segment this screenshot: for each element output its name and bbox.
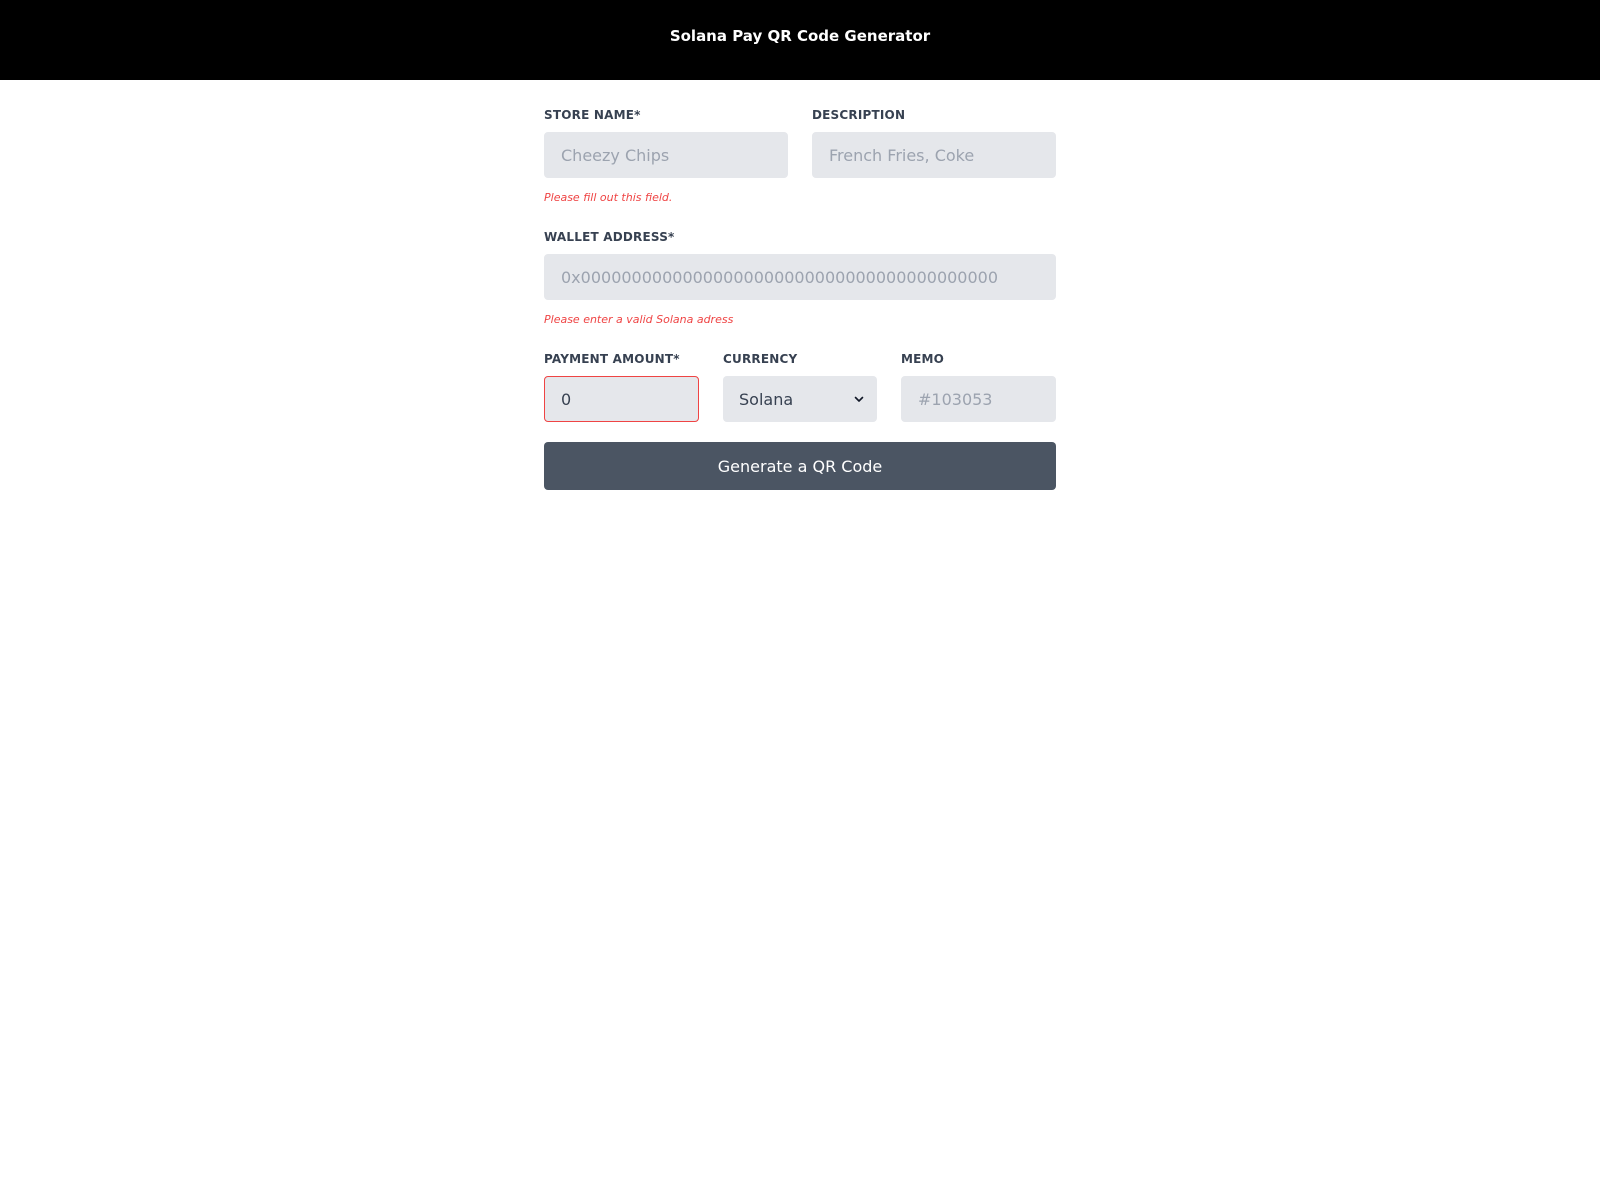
currency-selected-value: Solana <box>739 389 794 409</box>
description-label: DESCRIPTION <box>812 108 906 122</box>
wallet-address-input[interactable] <box>544 254 1056 300</box>
wallet-address-label: WALLET ADDRESS* <box>544 230 675 244</box>
top-bar: Solana Pay QR Code Generator <box>0 0 1600 80</box>
generate-qr-code-button[interactable]: Generate a QR Code <box>544 442 1056 490</box>
store-name-error: Please fill out this field. <box>544 191 673 204</box>
description-input[interactable] <box>812 132 1056 178</box>
currency-select[interactable]: Solana <box>723 376 877 422</box>
payment-amount-input[interactable] <box>544 376 699 422</box>
chevron-down-icon <box>853 393 865 405</box>
store-name-label: STORE NAME* <box>544 108 641 122</box>
currency-label: CURRENCY <box>723 352 798 366</box>
page-title: Solana Pay QR Code Generator <box>669 27 931 45</box>
payment-amount-label: PAYMENT AMOUNT* <box>544 352 680 366</box>
store-name-input[interactable] <box>544 132 788 178</box>
memo-label: MEMO <box>901 352 945 366</box>
wallet-address-error: Please enter a valid Solana adress <box>544 313 734 326</box>
memo-input[interactable] <box>901 376 1056 422</box>
